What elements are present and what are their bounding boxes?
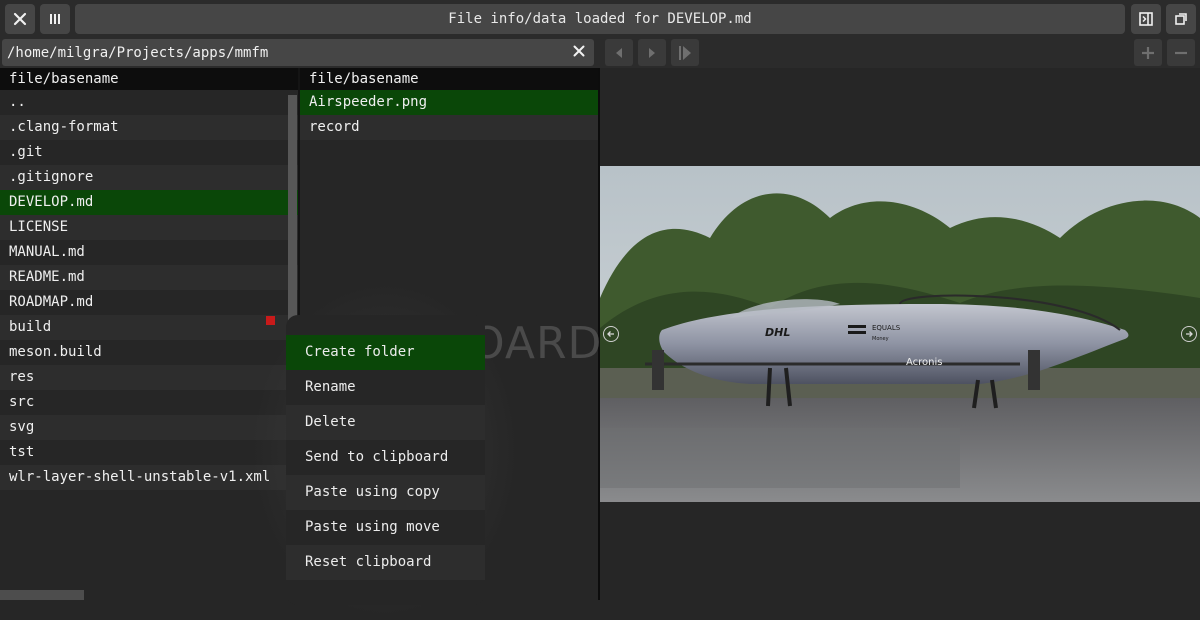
horizontal-scrollbar[interactable] bbox=[0, 590, 84, 600]
panel-toggle-icon bbox=[1139, 12, 1153, 26]
zoom-out-button[interactable] bbox=[1167, 39, 1195, 66]
livery-dhl: DHL bbox=[765, 326, 790, 339]
forward-button[interactable] bbox=[638, 39, 666, 66]
next-image-button[interactable] bbox=[1181, 326, 1197, 342]
back-button[interactable] bbox=[605, 39, 633, 66]
columns-icon bbox=[50, 14, 60, 24]
close-button[interactable] bbox=[5, 4, 35, 34]
list-item[interactable]: .clang-format bbox=[0, 115, 298, 140]
list-item[interactable]: LICENSE bbox=[0, 215, 298, 240]
triangle-left-icon bbox=[616, 47, 622, 58]
triangle-right-icon bbox=[649, 47, 655, 58]
toggle-preview-button[interactable] bbox=[1131, 4, 1161, 34]
list-item[interactable]: .gitignore bbox=[0, 165, 298, 190]
previous-image-button[interactable] bbox=[603, 326, 619, 342]
preview-image: DHL EQUALS Money Acronis bbox=[600, 166, 1200, 502]
arrow-left-icon bbox=[607, 331, 614, 337]
plus-icon bbox=[1142, 46, 1154, 59]
column-header[interactable]: file/basename bbox=[300, 68, 598, 90]
close-icon bbox=[573, 45, 585, 57]
livery-money: Money bbox=[872, 336, 889, 342]
fullscreen-icon bbox=[1175, 13, 1187, 25]
list-item[interactable]: .git bbox=[0, 140, 298, 165]
play-icon bbox=[679, 45, 691, 60]
window-title: File info/data loaded for DEVELOP.md bbox=[75, 4, 1125, 34]
menu-item-reset-clipboard[interactable]: Reset clipboard bbox=[286, 545, 485, 580]
list-item[interactable]: MANUAL.md bbox=[0, 240, 298, 265]
red-marker bbox=[266, 316, 275, 325]
fullscreen-button[interactable] bbox=[1166, 4, 1196, 34]
title-bar: File info/data loaded for DEVELOP.md bbox=[0, 0, 1200, 38]
list-item[interactable]: record bbox=[300, 115, 598, 140]
path-bar: /home/milgra/Projects/apps/mmfm bbox=[0, 38, 1200, 68]
menu-item-delete[interactable]: Delete bbox=[286, 405, 485, 440]
close-icon bbox=[13, 12, 27, 26]
menu-item-send-to-clipboard[interactable]: Send to clipboard bbox=[286, 440, 485, 475]
livery-acronis: Acronis bbox=[906, 357, 943, 368]
context-menu: Create folder Rename Delete Send to clip… bbox=[286, 315, 485, 605]
list-item-selected[interactable]: Airspeeder.png bbox=[300, 90, 598, 115]
path-input[interactable]: /home/milgra/Projects/apps/mmfm bbox=[2, 39, 594, 66]
livery-equals: EQUALS bbox=[872, 324, 901, 332]
play-button[interactable] bbox=[671, 39, 699, 66]
list-item[interactable]: .. bbox=[0, 90, 298, 115]
clear-path-button[interactable] bbox=[570, 42, 588, 60]
minus-icon bbox=[1175, 51, 1187, 54]
menu-item-create-folder[interactable]: Create folder bbox=[286, 335, 485, 370]
column-header[interactable]: file/basename bbox=[0, 68, 298, 90]
menu-item-rename[interactable]: Rename bbox=[286, 370, 485, 405]
columns-button[interactable] bbox=[40, 4, 70, 34]
arrow-right-icon bbox=[1186, 331, 1193, 337]
menu-item-paste-copy[interactable]: Paste using copy bbox=[286, 475, 485, 510]
preview-pane: DHL EQUALS Money Acronis bbox=[600, 68, 1200, 600]
list-item-selected[interactable]: DEVELOP.md bbox=[0, 190, 298, 215]
menu-item-paste-move[interactable]: Paste using move bbox=[286, 510, 485, 545]
zoom-in-button[interactable] bbox=[1134, 39, 1162, 66]
